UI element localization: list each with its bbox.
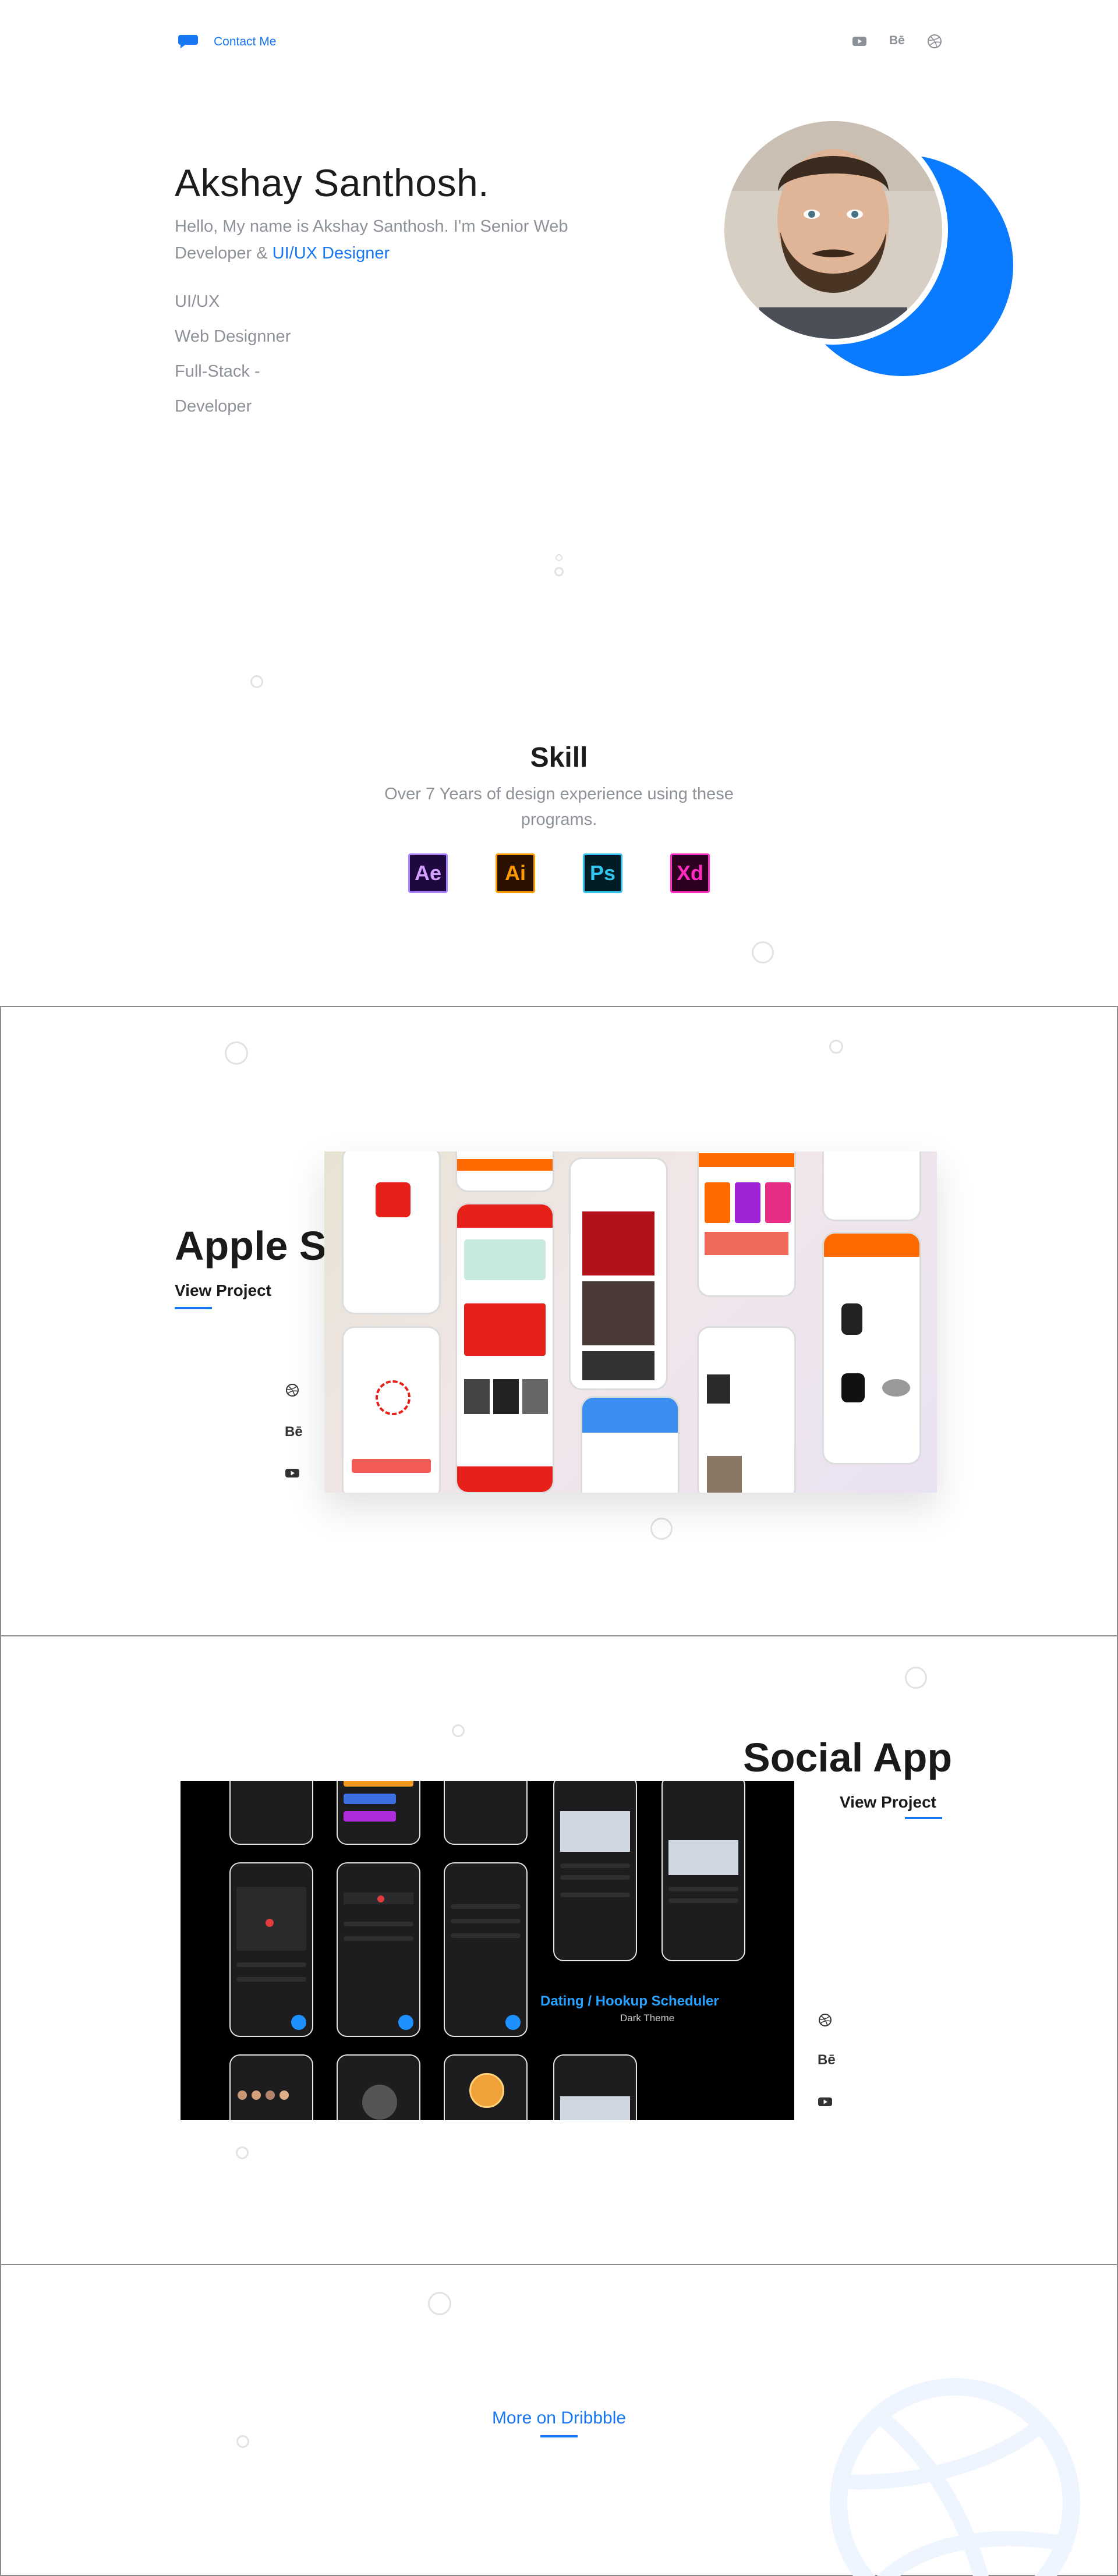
view-project-link-apple[interactable]: View Project: [175, 1281, 271, 1300]
role-item: Developer: [175, 397, 252, 416]
mockup-phone: [581, 1396, 680, 1493]
role-item: Web Designner: [175, 327, 291, 346]
decorative-circle: [556, 554, 562, 561]
decorative-circle: [236, 2146, 249, 2159]
behance-icon[interactable]: Bē: [889, 34, 905, 48]
mockup-phone: [661, 1781, 745, 1961]
chat-bubble-icon[interactable]: [178, 34, 199, 49]
mockup-phone: [229, 1862, 313, 2037]
avatar: [724, 121, 942, 339]
mockup-phone: [229, 2054, 313, 2120]
dribbble-icon[interactable]: [285, 1383, 300, 1398]
skill-subtitle: Over 7 Years of design experience using …: [384, 785, 734, 829]
decorative-circle: [752, 941, 774, 963]
mockup-phone: [553, 2054, 637, 2120]
decorative-circle: [650, 1518, 673, 1540]
decorative-circle: [554, 567, 564, 576]
mockup-phone: [455, 1151, 554, 1192]
role-item: Full-Stack -: [175, 362, 260, 381]
after-effects-icon: Ae: [408, 853, 448, 893]
hero-intro-accent: UI/UX Designer: [272, 244, 390, 263]
contact-me-link[interactable]: Contact Me: [214, 35, 276, 49]
apple-store-screenshot[interactable]: [324, 1151, 937, 1493]
mockup-phone: [553, 1781, 637, 1961]
decorative-circle: [250, 675, 263, 688]
mockup-phone: [337, 2054, 420, 2120]
decorative-circle: [905, 1667, 927, 1689]
portrait-image: [724, 121, 942, 339]
adobe-xd-icon: Xd: [670, 853, 710, 893]
shot-subtitle: Dark Theme: [620, 2012, 675, 2024]
site-header: Contact Me Bē: [0, 0, 1118, 87]
dribbble-icon[interactable]: [818, 2012, 833, 2028]
mockup-phone: [342, 1326, 441, 1493]
decorative-circle: [829, 1040, 843, 1054]
mockup-phone: [342, 1151, 441, 1314]
hero-name: Akshay Santhosh.: [175, 161, 489, 204]
decorative-circle: [428, 2292, 451, 2315]
youtube-icon[interactable]: [818, 2094, 833, 2109]
view-project-underline: [905, 1817, 942, 1819]
mockup-phone: [444, 1862, 528, 2037]
role-item: UI/UX: [175, 292, 220, 311]
mockup-phone: [822, 1232, 921, 1465]
mockup-phone: [455, 1203, 554, 1493]
mockup-phone: [569, 1157, 668, 1390]
mockup-phone: [697, 1326, 796, 1493]
dribbble-watermark-icon: [830, 2378, 1080, 2576]
dribbble-icon[interactable]: [927, 34, 942, 49]
illustrator-icon: Ai: [496, 853, 535, 893]
behance-icon[interactable]: Bē: [818, 2052, 836, 2068]
mockup-phone: [444, 2054, 528, 2120]
social-app-screenshot[interactable]: [181, 1781, 794, 2120]
behance-icon[interactable]: Bē: [285, 1424, 303, 1440]
mockup-phone: [822, 1151, 921, 1221]
avatar-frame: [719, 115, 948, 345]
view-project-link-social[interactable]: View Project: [840, 1793, 936, 1812]
decorative-circle: [452, 1724, 465, 1737]
mockup-phone: [337, 1862, 420, 2037]
decorative-circle: [225, 1041, 248, 1065]
skill-title: Skill: [530, 742, 588, 773]
view-project-underline: [175, 1307, 212, 1309]
shot-title: Dating / Hookup Scheduler: [540, 1993, 719, 2009]
photoshop-icon: Ps: [583, 853, 622, 893]
more-link-underline: [540, 2435, 578, 2437]
decorative-circle: [236, 2435, 249, 2448]
mockup-phone: [697, 1151, 796, 1297]
youtube-icon[interactable]: [285, 1465, 300, 1480]
mockup-phone: [444, 1781, 528, 1845]
mockup-phone: [337, 1781, 420, 1845]
project-title-social-app: Social App: [743, 1735, 953, 1780]
mockup-phone: [229, 1781, 313, 1845]
hero-roles: UI/UX Web Designner Full-Stack - Develop…: [175, 284, 291, 424]
youtube-icon[interactable]: [852, 34, 867, 49]
hero-intro: Hello, My name is Akshay Santhosh. I'm S…: [175, 213, 571, 267]
